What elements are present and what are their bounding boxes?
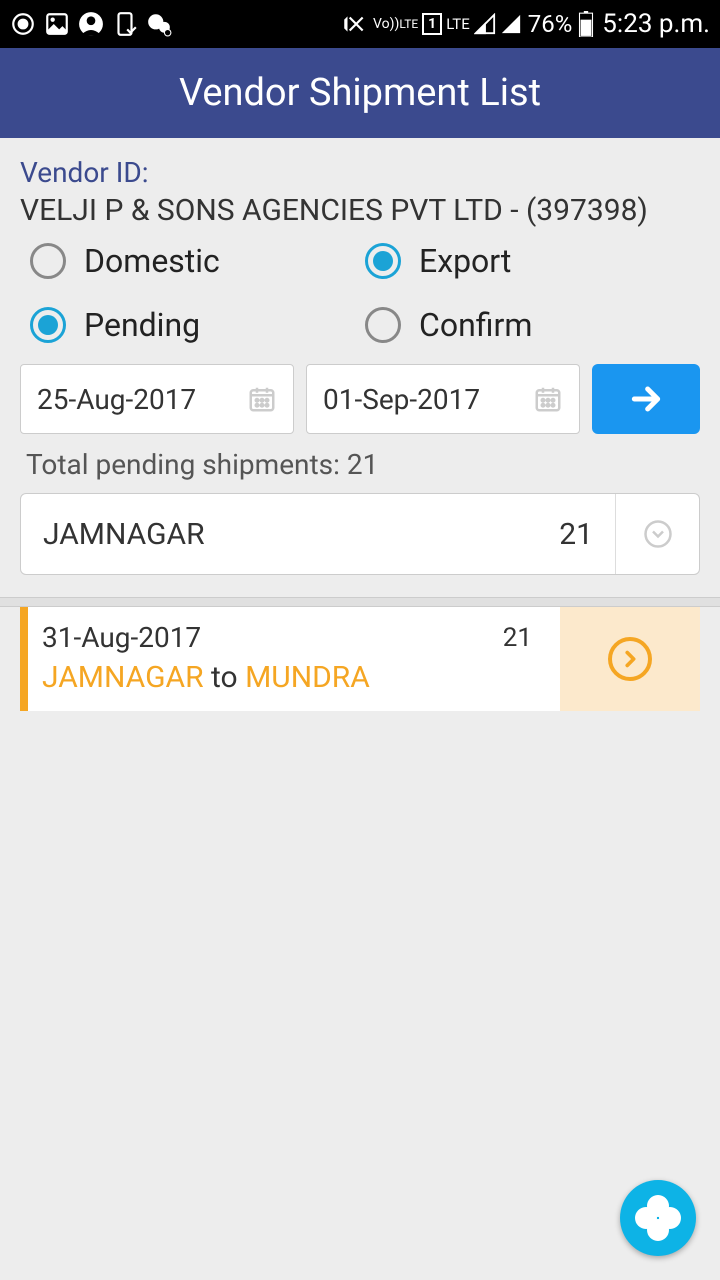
date-from-input[interactable]: 25-Aug-2017 [20, 364, 294, 434]
signal-2-icon [500, 13, 522, 35]
search-button[interactable] [592, 364, 700, 434]
route-from: JAMNAGAR [42, 660, 204, 695]
calendar-icon [247, 384, 277, 414]
date-to-value: 01-Sep-2017 [323, 383, 480, 416]
radio-icon [365, 307, 401, 343]
status-bar: Vo))LTE 1 LTE 76% 5:23 p.m. [0, 0, 720, 48]
accent-bar [20, 607, 28, 711]
radio-icon [30, 243, 66, 279]
arrow-right-icon [626, 379, 666, 419]
chat-icon [146, 11, 172, 37]
radio-label: Confirm [419, 306, 532, 344]
chevron-down-icon [615, 494, 699, 574]
radio-export[interactable]: Export [365, 242, 690, 280]
radio-icon [365, 243, 401, 279]
route-to-word: to [204, 660, 246, 695]
shipment-route: JAMNAGAR to MUNDRA [42, 660, 370, 695]
route-to: MUNDRA [245, 660, 370, 695]
device-icon [112, 11, 138, 37]
radio-pending[interactable]: Pending [30, 306, 355, 344]
radio-domestic[interactable]: Domestic [30, 242, 355, 280]
shipment-count: 21 [503, 621, 532, 695]
page-title: Vendor Shipment List [179, 71, 541, 115]
radio-label: Pending [84, 306, 200, 344]
radio-label: Export [419, 242, 511, 280]
user-icon [78, 11, 104, 37]
floating-action-button[interactable] [620, 1180, 696, 1256]
circle-icon [10, 11, 36, 37]
date-to-input[interactable]: 01-Sep-2017 [306, 364, 580, 434]
status-icons-right: Vo))LTE 1 LTE 76% 5:23 p.m. [339, 9, 710, 39]
shipment-list-item[interactable]: 31-Aug-2017 JAMNAGAR to MUNDRA 21 [20, 607, 700, 711]
lte-label: LTE [446, 18, 470, 31]
vendor-name: VELJI P & SONS AGENCIES PVT LTD - (39739… [20, 193, 700, 228]
location-name: JAMNAGAR [43, 517, 205, 552]
radio-label: Domestic [84, 242, 220, 280]
shipment-date: 31-Aug-2017 [42, 621, 370, 654]
battery-pct: 76% [528, 10, 573, 38]
radio-confirm[interactable]: Confirm [365, 306, 690, 344]
location-count: 21 [559, 517, 593, 552]
clover-icon [633, 1193, 683, 1243]
sim-icon: 1 [422, 13, 442, 35]
battery-icon [578, 11, 594, 37]
location-dropdown[interactable]: JAMNAGAR 21 [20, 493, 700, 575]
signal-1-icon [474, 13, 496, 35]
date-from-value: 25-Aug-2017 [37, 383, 196, 416]
image-icon [44, 11, 70, 37]
clock-time: 5:23 p.m. [602, 9, 710, 39]
calendar-icon [533, 384, 563, 414]
filter-radios: Domestic Export Pending Confirm [30, 242, 690, 344]
status-icons-left [10, 11, 172, 37]
radio-icon [30, 307, 66, 343]
app-header: Vendor Shipment List [0, 48, 720, 138]
volte-icon: Vo))LTE [373, 18, 418, 30]
total-pending-label: Total pending shipments: 21 [26, 448, 700, 481]
shipment-detail-button[interactable] [560, 607, 700, 711]
section-divider [0, 597, 720, 607]
chevron-right-circle-icon [608, 637, 652, 681]
vibrate-icon [339, 11, 369, 37]
vendor-id-label: Vendor ID: [20, 156, 700, 189]
